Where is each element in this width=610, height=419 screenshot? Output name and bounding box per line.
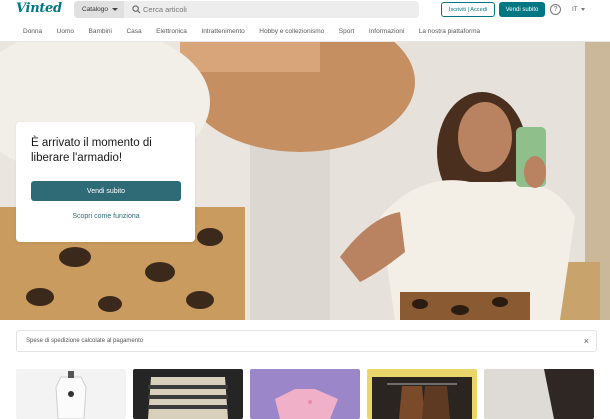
language-selector[interactable]: IT <box>572 3 585 16</box>
search-bar[interactable]: Catalogo Cerca articoli <box>74 1 419 18</box>
signup-login-button[interactable]: Iscriviti | Accedi <box>441 2 495 17</box>
language-label: IT <box>572 6 578 13</box>
hero-sell-button[interactable]: Vendi subito <box>31 181 181 201</box>
nav-item-sport[interactable]: Sport <box>339 28 355 35</box>
hero-banner: È arrivato il momento di liberare l'arma… <box>0 42 610 320</box>
product-card-dark-item[interactable] <box>484 369 594 419</box>
chevron-down-icon <box>112 8 119 11</box>
vinted-logo[interactable]: Vinted <box>16 1 62 16</box>
nav-item-elettronica[interactable]: Elettronica <box>156 28 187 35</box>
shipping-notice: Spese di spedizione calcolate al pagamen… <box>16 330 597 352</box>
catalog-label: Catalogo <box>82 6 109 13</box>
search-input[interactable]: Cerca articoli <box>143 1 187 18</box>
nav-item-donna[interactable]: Donna <box>23 28 42 35</box>
sell-now-button[interactable]: Vendi subito <box>499 2 545 17</box>
nav-item-uomo[interactable]: Uomo <box>57 28 74 35</box>
product-card-mannequin[interactable] <box>16 369 126 419</box>
close-icon[interactable]: × <box>584 336 589 346</box>
nav-item-bambini[interactable]: Bambini <box>89 28 112 35</box>
product-row <box>16 369 610 419</box>
category-nav: Donna Uomo Bambini Casa Elettronica Intr… <box>0 21 610 42</box>
product-card-pink-shirt[interactable] <box>250 369 360 419</box>
top-header: Vinted Catalogo Cerca articoli Iscriviti… <box>0 0 610 21</box>
how-it-works-link[interactable]: Scopri come funziona <box>31 213 181 220</box>
catalog-dropdown[interactable]: Catalogo <box>74 1 124 18</box>
nav-item-intrattenimento[interactable]: Intrattenimento <box>201 28 244 35</box>
shipping-notice-text: Spese di spedizione calcolate al pagamen… <box>26 338 144 344</box>
hero-card: È arrivato il momento di liberare l'arma… <box>16 122 195 242</box>
nav-item-casa[interactable]: Casa <box>126 28 141 35</box>
help-icon[interactable]: ? <box>550 4 561 15</box>
search-icon <box>132 5 141 14</box>
chevron-down-icon <box>580 8 585 11</box>
nav-item-informazioni[interactable]: Informazioni <box>369 28 404 35</box>
hero-title: È arrivato il momento di liberare l'arma… <box>31 137 152 164</box>
product-card-striped-top[interactable] <box>133 369 243 419</box>
product-card-hanging-pants[interactable] <box>367 369 477 419</box>
nav-item-hobby[interactable]: Hobby e collezionismo <box>259 28 324 35</box>
nav-item-piattaforma[interactable]: La nostra piattaforma <box>419 28 480 35</box>
